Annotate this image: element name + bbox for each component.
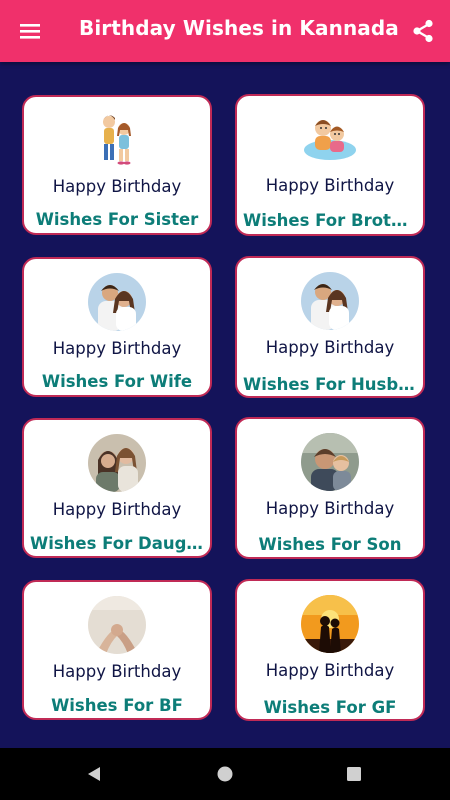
card-husband[interactable]: Happy Birthday Wishes For Husba... [235, 256, 425, 398]
card-heading: Happy Birthday [52, 339, 182, 358]
card-category: Wishes For BF [51, 696, 183, 715]
nav-recents-button[interactable] [342, 762, 366, 786]
card-heading: Happy Birthday [52, 177, 182, 196]
card-category: Wishes For Daught... [30, 534, 204, 553]
sister-kids-illustration [88, 111, 146, 169]
card-son[interactable]: Happy Birthday Wishes For Son [235, 417, 425, 559]
app-bar: Birthday Wishes in Kannada [0, 0, 450, 62]
hamburger-menu-icon [20, 24, 40, 39]
card-daughter[interactable]: Happy Birthday Wishes For Daught... [22, 418, 212, 558]
card-heading: Happy Birthday [52, 500, 182, 519]
card-heading: Happy Birthday [265, 338, 395, 357]
mother-daughter-photo [88, 434, 146, 492]
share-button[interactable] [408, 15, 438, 47]
couple-photo [301, 272, 359, 330]
card-heading: Happy Birthday [265, 176, 395, 195]
card-category: Wishes For Brother [243, 211, 417, 230]
recents-square-icon [347, 767, 361, 781]
card-category: Wishes For Husba... [243, 375, 417, 394]
brothers-illustration [301, 110, 359, 168]
holding-hands-photo [88, 596, 146, 654]
father-son-photo [301, 433, 359, 491]
card-sister[interactable]: Happy Birthday Wishes For Sister [22, 95, 212, 235]
card-bf[interactable]: Happy Birthday Wishes For BF [22, 580, 212, 720]
share-icon [413, 19, 433, 43]
system-nav-bar [0, 748, 450, 800]
sunset-couple-photo [301, 595, 359, 653]
card-heading: Happy Birthday [265, 499, 395, 518]
nav-home-button[interactable] [213, 762, 237, 786]
menu-button[interactable] [14, 16, 46, 46]
card-brother[interactable]: Happy Birthday Wishes For Brother [235, 94, 425, 236]
card-category: Wishes For Wife [41, 372, 193, 391]
card-category: Wishes For Son [258, 535, 402, 554]
couple-photo [88, 273, 146, 331]
category-grid: Happy Birthday Wishes For Sister Happy B… [0, 62, 450, 748]
card-category: Wishes For GF [263, 698, 397, 717]
card-heading: Happy Birthday [265, 661, 395, 680]
card-wife[interactable]: Happy Birthday Wishes For Wife [22, 257, 212, 397]
app-title: Birthday Wishes in Kannada [79, 16, 399, 40]
back-triangle-icon [88, 767, 100, 781]
card-category: Wishes For Sister [35, 210, 199, 229]
card-heading: Happy Birthday [52, 662, 182, 681]
card-gf[interactable]: Happy Birthday Wishes For GF [235, 579, 425, 721]
home-circle-icon [217, 766, 233, 782]
nav-back-button[interactable] [82, 762, 106, 786]
